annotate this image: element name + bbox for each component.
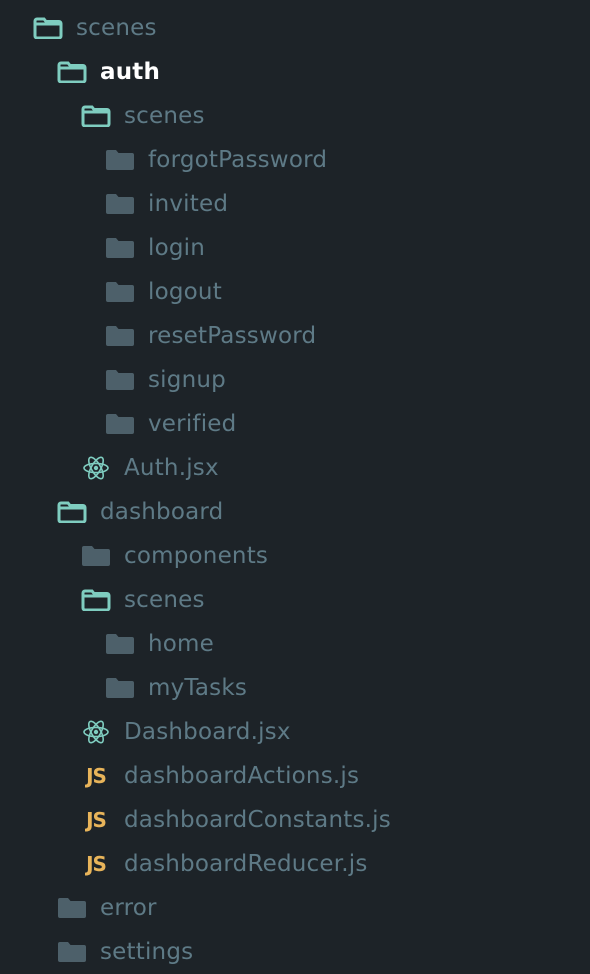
react-icon [80,719,112,745]
tree-item-resetpassword[interactable]: resetPassword [0,314,590,358]
tree-item-label: scenes [124,103,205,129]
tree-item-label: dashboardReducer.js [124,851,368,877]
tree-item-logout[interactable]: logout [0,270,590,314]
tree-item-components[interactable]: components [0,534,590,578]
js-icon: JS [80,807,112,833]
folder-closed-icon [104,147,136,173]
folder-closed-icon [80,543,112,569]
tree-item-label: scenes [76,15,157,41]
folder-closed-icon [104,235,136,261]
folder-closed-icon [104,631,136,657]
tree-item-label: Dashboard.jsx [124,719,291,745]
tree-item-label: resetPassword [148,323,317,349]
tree-item-scenes[interactable]: scenes [0,6,590,50]
tree-item-scenes[interactable]: scenes [0,94,590,138]
tree-item-signup[interactable]: signup [0,358,590,402]
tree-item-label: home [148,631,215,657]
tree-item-dashboardconstants-js[interactable]: JS dashboardConstants.js [0,798,590,842]
js-icon: JS [80,763,112,789]
tree-item-verified[interactable]: verified [0,402,590,446]
tree-item-dashboard[interactable]: dashboard [0,490,590,534]
tree-item-label: forgotPassword [148,147,328,173]
folder-closed-icon [56,939,88,965]
folder-open-icon [56,59,88,85]
js-icon-text: JS [86,808,107,832]
tree-item-label: myTasks [148,675,248,701]
folder-open-icon [80,587,112,613]
file-tree: scenes auth scenes forgotPassword invited log… [0,0,590,974]
tree-item-label: dashboardActions.js [124,763,360,789]
folder-closed-icon [104,367,136,393]
tree-item-label: invited [148,191,229,217]
tree-item-login[interactable]: login [0,226,590,270]
tree-item-label: scenes [124,587,205,613]
folder-open-icon [80,103,112,129]
tree-item-label: verified [148,411,237,437]
tree-item-label: auth [100,59,161,85]
tree-item-invited[interactable]: invited [0,182,590,226]
tree-item-label: Auth.jsx [124,455,219,481]
tree-item-label: error [100,895,157,921]
folder-closed-icon [104,675,136,701]
tree-item-error[interactable]: error [0,886,590,930]
tree-item-label: dashboardConstants.js [124,807,391,833]
react-icon [80,455,112,481]
tree-item-home[interactable]: home [0,622,590,666]
folder-closed-icon [56,895,88,921]
tree-item-label: components [124,543,269,569]
tree-item-dashboard-jsx[interactable]: Dashboard.jsx [0,710,590,754]
tree-item-label: logout [148,279,222,305]
tree-item-settings[interactable]: settings [0,930,590,974]
tree-item-label: dashboard [100,499,224,525]
tree-item-dashboardreducer-js[interactable]: JS dashboardReducer.js [0,842,590,886]
js-icon: JS [80,851,112,877]
tree-item-label: signup [148,367,226,393]
tree-item-label: settings [100,939,194,965]
tree-item-auth[interactable]: auth [0,50,590,94]
tree-item-forgotpassword[interactable]: forgotPassword [0,138,590,182]
folder-open-icon [56,499,88,525]
tree-item-scenes[interactable]: scenes [0,578,590,622]
folder-closed-icon [104,191,136,217]
js-icon-text: JS [86,852,107,876]
tree-item-mytasks[interactable]: myTasks [0,666,590,710]
folder-closed-icon [104,279,136,305]
tree-item-dashboardactions-js[interactable]: JS dashboardActions.js [0,754,590,798]
tree-item-auth-jsx[interactable]: Auth.jsx [0,446,590,490]
js-icon-text: JS [86,764,107,788]
folder-closed-icon [104,411,136,437]
folder-open-icon [32,15,64,41]
tree-item-label: login [148,235,206,261]
folder-closed-icon [104,323,136,349]
